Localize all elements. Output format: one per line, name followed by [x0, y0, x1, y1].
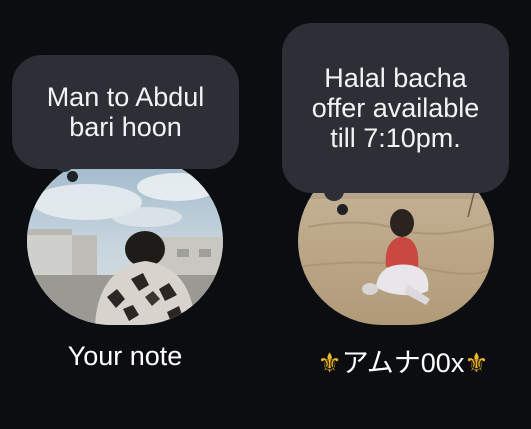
note-item-friend[interactable]: Halal bacha offer available till 7:10pm.…: [270, 0, 531, 429]
avatar-your-note[interactable]: [27, 157, 223, 325]
avatar-photo: [27, 157, 223, 325]
bubble-tail-large: [324, 181, 344, 201]
bubble-tail-small: [337, 204, 348, 215]
bubble-tail-large: [54, 152, 74, 172]
note-bubble-your-note[interactable]: Man to Abdul bari hoon: [12, 55, 239, 169]
note-label-friend: ⚜アムナ00x⚜: [276, 341, 530, 380]
fleur-de-lis-icon: ⚜: [464, 348, 489, 379]
note-bubble-friend[interactable]: Halal bacha offer available till 7:10pm.: [282, 23, 509, 193]
note-item-your-note[interactable]: Man to Abdul bari hoon Your note: [0, 0, 260, 429]
bubble-tail-small: [67, 171, 78, 182]
note-text: Halal bacha offer available till 7:10pm.: [311, 63, 480, 153]
note-text: Man to Abdul bari hoon: [46, 82, 205, 142]
friend-username: アムナ00x: [341, 348, 465, 378]
note-label-your-note: Your note: [67, 341, 183, 371]
fleur-de-lis-icon: ⚜: [317, 348, 342, 379]
